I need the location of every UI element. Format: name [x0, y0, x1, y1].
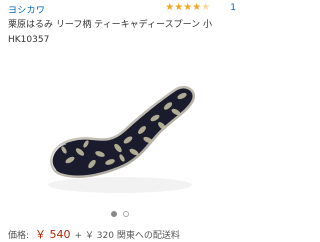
star-icon: ★: [165, 2, 175, 13]
review-count[interactable]: 1: [230, 3, 236, 13]
price-label: 価格:: [8, 231, 30, 241]
carousel-dot-active[interactable]: [111, 211, 117, 217]
star-rating[interactable]: ★ ★ ★ ★ ★: [165, 3, 210, 13]
price-row: 価格: ￥ 540 + ￥ 320 関東への配送料: [8, 226, 180, 241]
carousel-indicator[interactable]: [0, 211, 240, 217]
product-header: ヨシカワ ★ ★ ★ ★ ★ 1 栗原はるみ リーフ柄 ティーキャディースプーン…: [0, 0, 240, 52]
product-image[interactable]: [0, 60, 240, 208]
product-title: 栗原はるみ リーフ柄 ティーキャディースプーン 小 HK10357: [8, 20, 212, 45]
shipping-fee: + ￥ 320 関東への配送料: [74, 231, 180, 241]
brand-link[interactable]: ヨシカワ: [8, 3, 45, 16]
carousel-dot[interactable]: [123, 211, 129, 217]
spoon-illustration: [48, 85, 196, 193]
rating[interactable]: ★ ★ ★ ★ ★ 1: [165, 2, 236, 14]
star-icon: ★: [192, 2, 202, 13]
price-value: ￥ 540: [35, 228, 71, 241]
star-icon: ★: [174, 2, 184, 13]
star-half-icon: ★: [201, 2, 211, 13]
star-icon: ★: [183, 2, 193, 13]
